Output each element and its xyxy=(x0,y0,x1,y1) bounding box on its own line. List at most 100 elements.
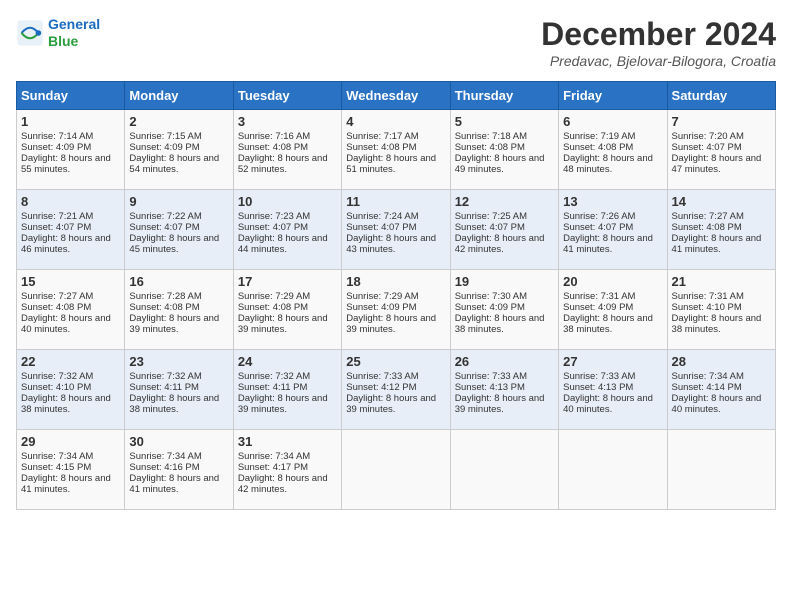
day-number: 1 xyxy=(21,114,120,129)
sunrise-text: Sunrise: 7:14 AM xyxy=(21,131,93,142)
daylight-text: Daylight: 8 hours and 39 minutes. xyxy=(238,393,328,415)
calendar-cell: 16Sunrise: 7:28 AMSunset: 4:08 PMDayligh… xyxy=(125,270,233,350)
calendar-cell: 3Sunrise: 7:16 AMSunset: 4:08 PMDaylight… xyxy=(233,110,341,190)
calendar-cell: 5Sunrise: 7:18 AMSunset: 4:08 PMDaylight… xyxy=(450,110,558,190)
calendar-week-2: 8Sunrise: 7:21 AMSunset: 4:07 PMDaylight… xyxy=(17,190,776,270)
sunrise-text: Sunrise: 7:27 AM xyxy=(21,291,93,302)
day-number: 6 xyxy=(563,114,662,129)
sunset-text: Sunset: 4:14 PM xyxy=(672,382,742,393)
sunrise-text: Sunrise: 7:18 AM xyxy=(455,131,527,142)
sunset-text: Sunset: 4:07 PM xyxy=(238,222,308,233)
sunset-text: Sunset: 4:13 PM xyxy=(455,382,525,393)
day-number: 8 xyxy=(21,194,120,209)
calendar-week-1: 1Sunrise: 7:14 AMSunset: 4:09 PMDaylight… xyxy=(17,110,776,190)
day-number: 17 xyxy=(238,274,337,289)
sunrise-text: Sunrise: 7:17 AM xyxy=(346,131,418,142)
daylight-text: Daylight: 8 hours and 49 minutes. xyxy=(455,153,545,175)
sunset-text: Sunset: 4:07 PM xyxy=(672,142,742,153)
sunrise-text: Sunrise: 7:26 AM xyxy=(563,211,635,222)
month-title: December 2024 xyxy=(541,16,776,53)
day-number: 4 xyxy=(346,114,445,129)
calendar-cell: 17Sunrise: 7:29 AMSunset: 4:08 PMDayligh… xyxy=(233,270,341,350)
day-number: 22 xyxy=(21,354,120,369)
sunrise-text: Sunrise: 7:28 AM xyxy=(129,291,201,302)
sunset-text: Sunset: 4:08 PM xyxy=(563,142,633,153)
day-number: 19 xyxy=(455,274,554,289)
sunset-text: Sunset: 4:07 PM xyxy=(455,222,525,233)
logo-text: General Blue xyxy=(48,16,100,50)
calendar-cell: 12Sunrise: 7:25 AMSunset: 4:07 PMDayligh… xyxy=(450,190,558,270)
daylight-text: Daylight: 8 hours and 47 minutes. xyxy=(672,153,762,175)
sunset-text: Sunset: 4:16 PM xyxy=(129,462,199,473)
calendar-cell: 1Sunrise: 7:14 AMSunset: 4:09 PMDaylight… xyxy=(17,110,125,190)
calendar-cell: 9Sunrise: 7:22 AMSunset: 4:07 PMDaylight… xyxy=(125,190,233,270)
header-sunday: Sunday xyxy=(17,82,125,110)
sunset-text: Sunset: 4:11 PM xyxy=(129,382,199,393)
day-number: 10 xyxy=(238,194,337,209)
sunrise-text: Sunrise: 7:24 AM xyxy=(346,211,418,222)
sunrise-text: Sunrise: 7:33 AM xyxy=(455,371,527,382)
sunset-text: Sunset: 4:09 PM xyxy=(563,302,633,313)
sunset-text: Sunset: 4:08 PM xyxy=(238,302,308,313)
logo: General Blue xyxy=(16,16,100,50)
day-number: 20 xyxy=(563,274,662,289)
daylight-text: Daylight: 8 hours and 39 minutes. xyxy=(346,313,436,335)
day-number: 25 xyxy=(346,354,445,369)
daylight-text: Daylight: 8 hours and 39 minutes. xyxy=(346,393,436,415)
daylight-text: Daylight: 8 hours and 46 minutes. xyxy=(21,233,111,255)
header-thursday: Thursday xyxy=(450,82,558,110)
calendar-cell: 29Sunrise: 7:34 AMSunset: 4:15 PMDayligh… xyxy=(17,430,125,510)
header-friday: Friday xyxy=(559,82,667,110)
sunrise-text: Sunrise: 7:19 AM xyxy=(563,131,635,142)
day-number: 9 xyxy=(129,194,228,209)
day-number: 29 xyxy=(21,434,120,449)
day-number: 14 xyxy=(672,194,771,209)
sunset-text: Sunset: 4:07 PM xyxy=(563,222,633,233)
calendar-table: SundayMondayTuesdayWednesdayThursdayFrid… xyxy=(16,81,776,510)
calendar-cell: 10Sunrise: 7:23 AMSunset: 4:07 PMDayligh… xyxy=(233,190,341,270)
calendar-cell: 8Sunrise: 7:21 AMSunset: 4:07 PMDaylight… xyxy=(17,190,125,270)
sunrise-text: Sunrise: 7:15 AM xyxy=(129,131,201,142)
calendar-cell: 23Sunrise: 7:32 AMSunset: 4:11 PMDayligh… xyxy=(125,350,233,430)
calendar-header-row: SundayMondayTuesdayWednesdayThursdayFrid… xyxy=(17,82,776,110)
sunset-text: Sunset: 4:13 PM xyxy=(563,382,633,393)
day-number: 26 xyxy=(455,354,554,369)
daylight-text: Daylight: 8 hours and 40 minutes. xyxy=(672,393,762,415)
sunset-text: Sunset: 4:08 PM xyxy=(129,302,199,313)
calendar-week-4: 22Sunrise: 7:32 AMSunset: 4:10 PMDayligh… xyxy=(17,350,776,430)
calendar-cell: 25Sunrise: 7:33 AMSunset: 4:12 PMDayligh… xyxy=(342,350,450,430)
calendar-cell: 18Sunrise: 7:29 AMSunset: 4:09 PMDayligh… xyxy=(342,270,450,350)
daylight-text: Daylight: 8 hours and 40 minutes. xyxy=(563,393,653,415)
day-number: 30 xyxy=(129,434,228,449)
calendar-cell: 7Sunrise: 7:20 AMSunset: 4:07 PMDaylight… xyxy=(667,110,775,190)
daylight-text: Daylight: 8 hours and 39 minutes. xyxy=(238,313,328,335)
day-number: 2 xyxy=(129,114,228,129)
day-number: 16 xyxy=(129,274,228,289)
calendar-cell: 21Sunrise: 7:31 AMSunset: 4:10 PMDayligh… xyxy=(667,270,775,350)
sunset-text: Sunset: 4:08 PM xyxy=(672,222,742,233)
calendar-cell xyxy=(559,430,667,510)
header-saturday: Saturday xyxy=(667,82,775,110)
sunrise-text: Sunrise: 7:21 AM xyxy=(21,211,93,222)
sunset-text: Sunset: 4:08 PM xyxy=(346,142,416,153)
daylight-text: Daylight: 8 hours and 38 minutes. xyxy=(672,313,762,335)
sunrise-text: Sunrise: 7:16 AM xyxy=(238,131,310,142)
daylight-text: Daylight: 8 hours and 54 minutes. xyxy=(129,153,219,175)
calendar-cell: 19Sunrise: 7:30 AMSunset: 4:09 PMDayligh… xyxy=(450,270,558,350)
sunset-text: Sunset: 4:07 PM xyxy=(346,222,416,233)
sunset-text: Sunset: 4:08 PM xyxy=(238,142,308,153)
day-number: 5 xyxy=(455,114,554,129)
calendar-cell: 13Sunrise: 7:26 AMSunset: 4:07 PMDayligh… xyxy=(559,190,667,270)
day-number: 13 xyxy=(563,194,662,209)
sunrise-text: Sunrise: 7:25 AM xyxy=(455,211,527,222)
calendar-cell: 14Sunrise: 7:27 AMSunset: 4:08 PMDayligh… xyxy=(667,190,775,270)
day-number: 7 xyxy=(672,114,771,129)
daylight-text: Daylight: 8 hours and 41 minutes. xyxy=(672,233,762,255)
calendar-week-3: 15Sunrise: 7:27 AMSunset: 4:08 PMDayligh… xyxy=(17,270,776,350)
header-wednesday: Wednesday xyxy=(342,82,450,110)
day-number: 23 xyxy=(129,354,228,369)
calendar-cell: 22Sunrise: 7:32 AMSunset: 4:10 PMDayligh… xyxy=(17,350,125,430)
calendar-cell xyxy=(667,430,775,510)
daylight-text: Daylight: 8 hours and 38 minutes. xyxy=(455,313,545,335)
daylight-text: Daylight: 8 hours and 42 minutes. xyxy=(455,233,545,255)
